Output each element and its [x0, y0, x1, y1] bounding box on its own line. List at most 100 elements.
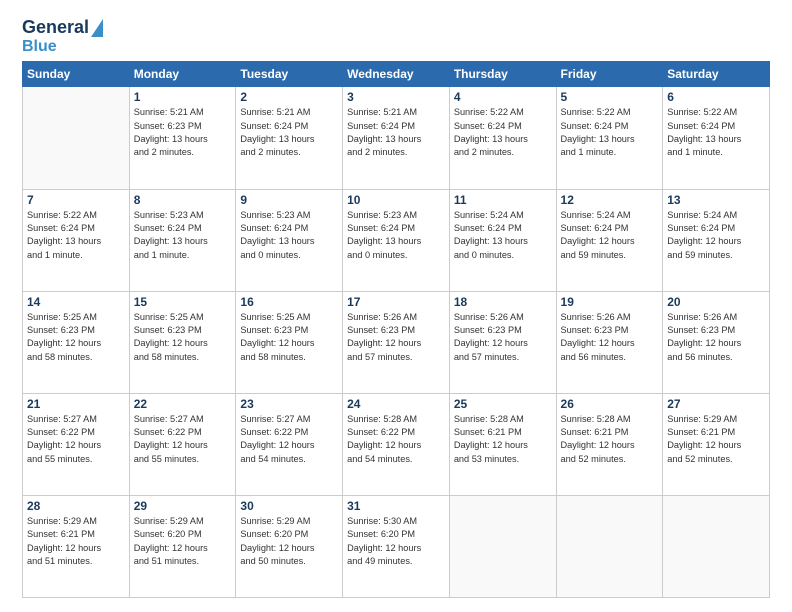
calendar-cell: 3 Sunrise: 5:21 AMSunset: 6:24 PMDaylight…	[343, 87, 450, 189]
day-info: Sunrise: 5:24 AMSunset: 6:24 PMDaylight:…	[454, 209, 552, 262]
calendar-cell: 7Sunrise: 5:22 AMSunset: 6:24 PMDaylight…	[23, 189, 130, 291]
calendar-table: SundayMondayTuesdayWednesdayThursdayFrid…	[22, 61, 770, 598]
day-info: Sunrise: 5:27 AMSunset: 6:22 PMDaylight:…	[27, 413, 125, 466]
calendar-cell: 6 Sunrise: 5:22 AMSunset: 6:24 PMDaylight…	[663, 87, 770, 189]
calendar-cell: 4Sunrise: 5:22 AMSunset: 6:24 PMDaylight…	[449, 87, 556, 189]
day-info: Sunrise: 5:25 AMSunset: 6:23 PMDaylight:…	[240, 311, 338, 364]
calendar-cell	[23, 87, 130, 189]
calendar-cell: 9 Sunrise: 5:23 AMSunset: 6:24 PMDaylight…	[236, 189, 343, 291]
calendar-cell: 30Sunrise: 5:29 AMSunset: 6:20 PMDayligh…	[236, 495, 343, 597]
calendar-cell: 23 Sunrise: 5:27 AMSunset: 6:22 PMDayligh…	[236, 393, 343, 495]
day-number: 8	[134, 193, 232, 207]
calendar-cell: 26 Sunrise: 5:28 AMSunset: 6:21 PMDayligh…	[556, 393, 663, 495]
day-info: Sunrise: 5:27 AMSunset: 6:22 PMDaylight:…	[240, 413, 338, 466]
day-number: 7	[27, 193, 125, 207]
day-info: Sunrise: 5:26 AMSunset: 6:23 PMDaylight:…	[347, 311, 445, 364]
day-info: Sunrise: 5:23 AMSunset: 6:24 PMDaylight:…	[134, 209, 232, 262]
calendar-cell: 14 Sunrise: 5:25 AMSunset: 6:23 PMDayligh…	[23, 291, 130, 393]
day-info: Sunrise: 5:21 AMSunset: 6:24 PMDaylight:…	[240, 106, 338, 159]
day-info: Sunrise: 5:24 AMSunset: 6:24 PMDaylight:…	[667, 209, 765, 262]
day-number: 17	[347, 295, 445, 309]
day-info: Sunrise: 5:29 AMSunset: 6:20 PMDaylight:…	[134, 515, 232, 568]
weekday-header-saturday: Saturday	[663, 62, 770, 87]
calendar-cell: 29 Sunrise: 5:29 AMSunset: 6:20 PMDayligh…	[129, 495, 236, 597]
logo: General Blue	[22, 18, 103, 55]
calendar-cell	[449, 495, 556, 597]
calendar-cell: 21 Sunrise: 5:27 AMSunset: 6:22 PMDayligh…	[23, 393, 130, 495]
day-info: Sunrise: 5:21 AMSunset: 6:24 PMDaylight:…	[347, 106, 445, 159]
calendar-cell: 25 Sunrise: 5:28 AMSunset: 6:21 PMDayligh…	[449, 393, 556, 495]
day-number: 15	[134, 295, 232, 309]
day-info: Sunrise: 5:28 AMSunset: 6:21 PMDaylight:…	[454, 413, 552, 466]
day-number: 30	[240, 499, 338, 513]
day-number: 25	[454, 397, 552, 411]
day-number: 6	[667, 90, 765, 104]
day-info: Sunrise: 5:21 AMSunset: 6:23 PMDaylight:…	[134, 106, 232, 159]
weekday-header-sunday: Sunday	[23, 62, 130, 87]
calendar-cell: 27 Sunrise: 5:29 AMSunset: 6:21 PMDayligh…	[663, 393, 770, 495]
calendar-cell: 15 Sunrise: 5:25 AMSunset: 6:23 PMDayligh…	[129, 291, 236, 393]
day-info: Sunrise: 5:22 AMSunset: 6:24 PMDaylight:…	[561, 106, 659, 159]
day-info: Sunrise: 5:27 AMSunset: 6:22 PMDaylight:…	[134, 413, 232, 466]
day-info: Sunrise: 5:22 AMSunset: 6:24 PMDaylight:…	[667, 106, 765, 159]
day-number: 14	[27, 295, 125, 309]
day-number: 3	[347, 90, 445, 104]
day-number: 21	[27, 397, 125, 411]
day-number: 11	[454, 193, 552, 207]
calendar-cell: 24 Sunrise: 5:28 AMSunset: 6:22 PMDayligh…	[343, 393, 450, 495]
calendar-cell: 31 Sunrise: 5:30 AMSunset: 6:20 PMDayligh…	[343, 495, 450, 597]
day-number: 23	[240, 397, 338, 411]
logo-text: General	[22, 18, 103, 38]
day-number: 5	[561, 90, 659, 104]
calendar-cell: 19Sunrise: 5:26 AMSunset: 6:23 PMDayligh…	[556, 291, 663, 393]
calendar-cell: 18 Sunrise: 5:26 AMSunset: 6:23 PMDayligh…	[449, 291, 556, 393]
day-info: Sunrise: 5:29 AMSunset: 6:21 PMDaylight:…	[27, 515, 125, 568]
day-number: 16	[240, 295, 338, 309]
calendar-cell: 28 Sunrise: 5:29 AMSunset: 6:21 PMDayligh…	[23, 495, 130, 597]
day-number: 29	[134, 499, 232, 513]
day-number: 31	[347, 499, 445, 513]
calendar-cell: 16 Sunrise: 5:25 AMSunset: 6:23 PMDayligh…	[236, 291, 343, 393]
calendar-cell: 20 Sunrise: 5:26 AMSunset: 6:23 PMDayligh…	[663, 291, 770, 393]
calendar-cell: 13 Sunrise: 5:24 AMSunset: 6:24 PMDayligh…	[663, 189, 770, 291]
calendar-cell	[556, 495, 663, 597]
day-number: 22	[134, 397, 232, 411]
day-info: Sunrise: 5:28 AMSunset: 6:21 PMDaylight:…	[561, 413, 659, 466]
day-number: 20	[667, 295, 765, 309]
day-info: Sunrise: 5:26 AMSunset: 6:23 PMDaylight:…	[454, 311, 552, 364]
day-info: Sunrise: 5:24 AMSunset: 6:24 PMDaylight:…	[561, 209, 659, 262]
calendar-cell	[663, 495, 770, 597]
day-info: Sunrise: 5:25 AMSunset: 6:23 PMDaylight:…	[27, 311, 125, 364]
weekday-header-monday: Monday	[129, 62, 236, 87]
day-info: Sunrise: 5:28 AMSunset: 6:22 PMDaylight:…	[347, 413, 445, 466]
day-number: 10	[347, 193, 445, 207]
header: General Blue	[22, 18, 770, 55]
day-info: Sunrise: 5:26 AMSunset: 6:23 PMDaylight:…	[561, 311, 659, 364]
calendar-cell: 1 Sunrise: 5:21 AMSunset: 6:23 PMDaylight…	[129, 87, 236, 189]
day-info: Sunrise: 5:25 AMSunset: 6:23 PMDaylight:…	[134, 311, 232, 364]
day-number: 18	[454, 295, 552, 309]
day-number: 27	[667, 397, 765, 411]
day-number: 24	[347, 397, 445, 411]
day-info: Sunrise: 5:29 AMSunset: 6:21 PMDaylight:…	[667, 413, 765, 466]
day-info: Sunrise: 5:26 AMSunset: 6:23 PMDaylight:…	[667, 311, 765, 364]
calendar-cell: 10 Sunrise: 5:23 AMSunset: 6:24 PMDayligh…	[343, 189, 450, 291]
calendar-cell: 12 Sunrise: 5:24 AMSunset: 6:24 PMDayligh…	[556, 189, 663, 291]
day-number: 26	[561, 397, 659, 411]
day-info: Sunrise: 5:23 AMSunset: 6:24 PMDaylight:…	[347, 209, 445, 262]
logo-subtext: Blue	[22, 38, 57, 56]
calendar-cell: 22 Sunrise: 5:27 AMSunset: 6:22 PMDayligh…	[129, 393, 236, 495]
weekday-header-wednesday: Wednesday	[343, 62, 450, 87]
calendar-cell: 8 Sunrise: 5:23 AMSunset: 6:24 PMDaylight…	[129, 189, 236, 291]
day-number: 13	[667, 193, 765, 207]
calendar-cell: 17 Sunrise: 5:26 AMSunset: 6:23 PMDayligh…	[343, 291, 450, 393]
weekday-header-thursday: Thursday	[449, 62, 556, 87]
day-number: 12	[561, 193, 659, 207]
day-number: 9	[240, 193, 338, 207]
day-info: Sunrise: 5:30 AMSunset: 6:20 PMDaylight:…	[347, 515, 445, 568]
day-number: 28	[27, 499, 125, 513]
day-number: 1	[134, 90, 232, 104]
day-info: Sunrise: 5:23 AMSunset: 6:24 PMDaylight:…	[240, 209, 338, 262]
day-number: 2	[240, 90, 338, 104]
calendar-cell: 5 Sunrise: 5:22 AMSunset: 6:24 PMDaylight…	[556, 87, 663, 189]
